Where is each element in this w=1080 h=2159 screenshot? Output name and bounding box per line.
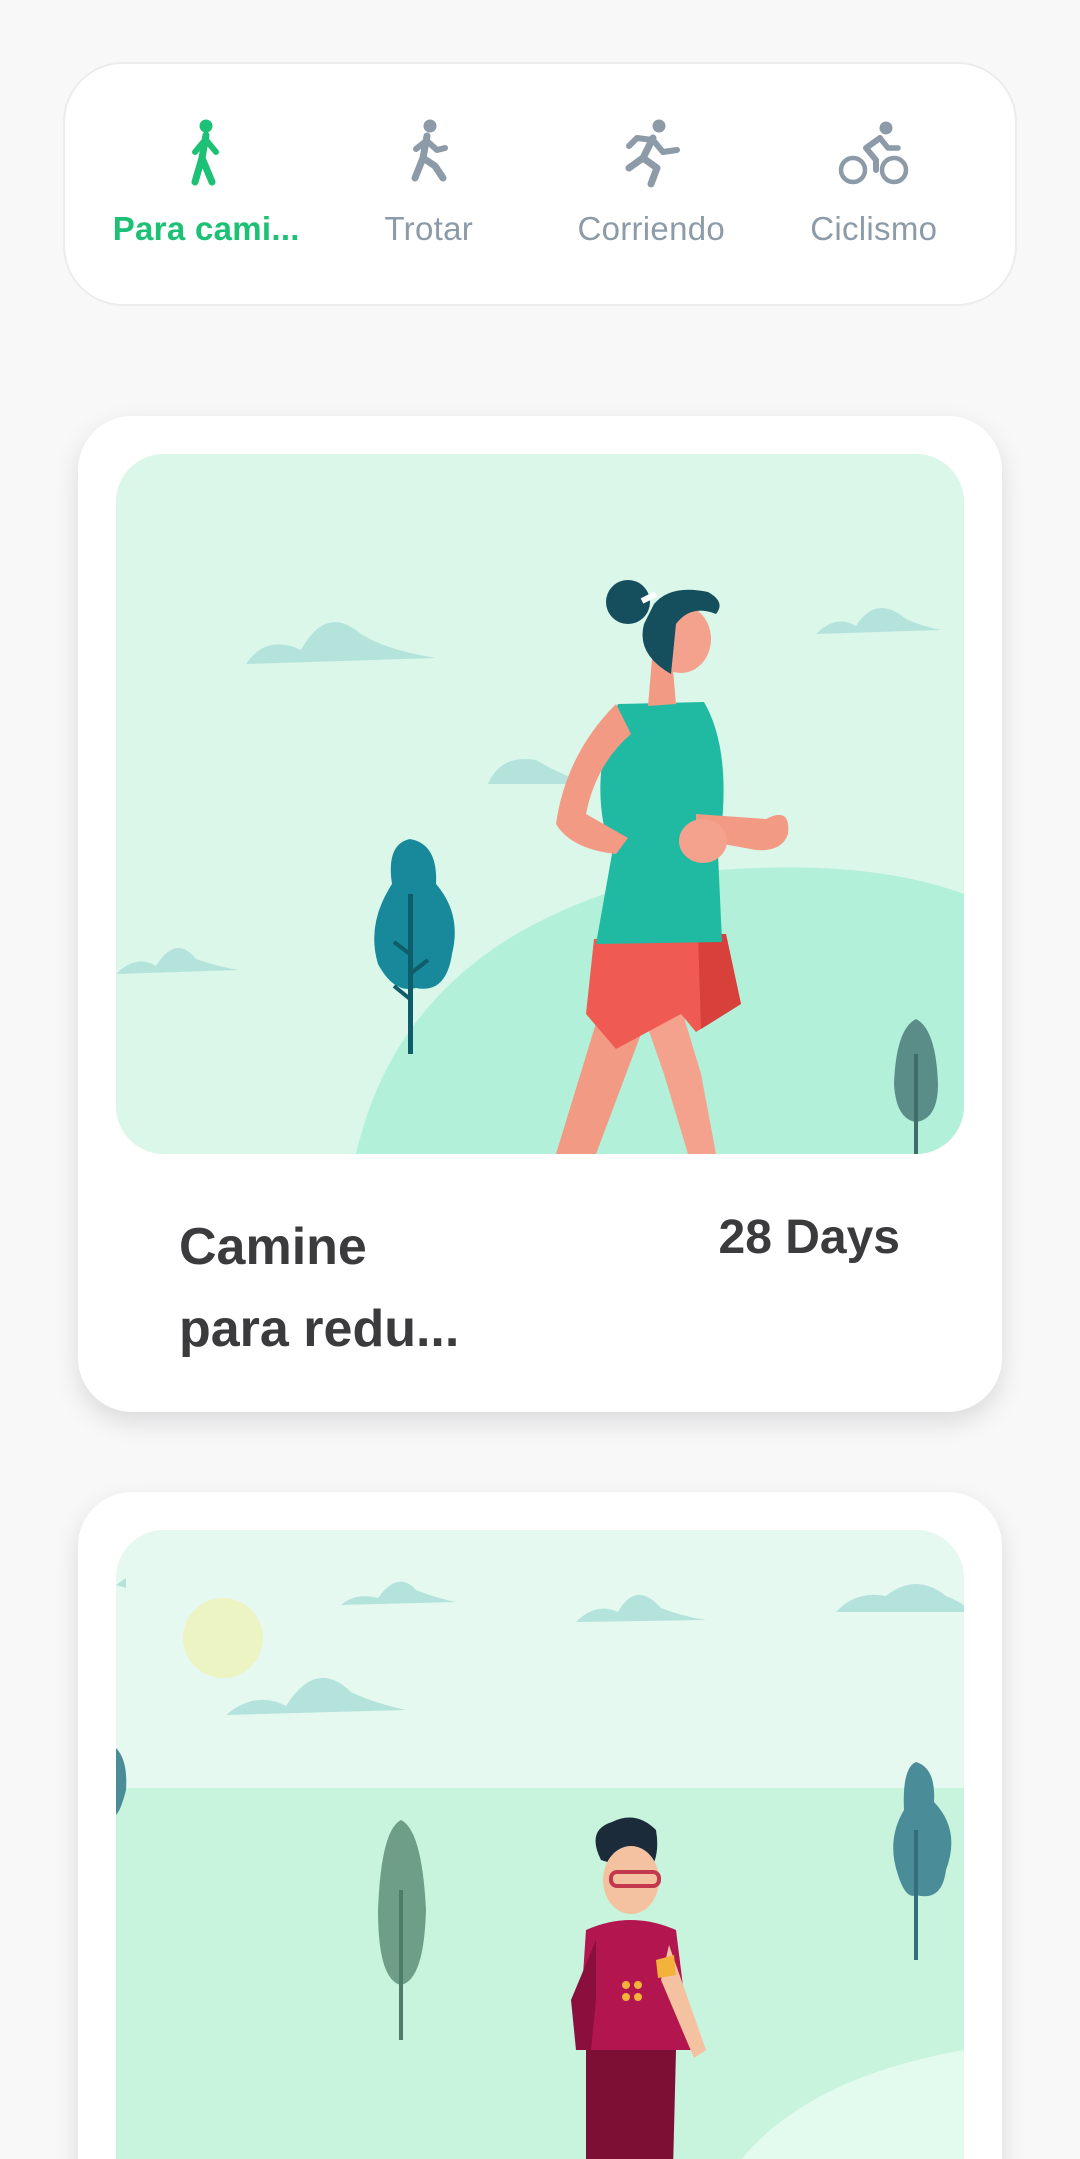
plan-card[interactable]: Camine para redu... 28 Days [78,416,1002,1412]
man-walking-illustration [116,1530,964,2159]
tab-label: Para cami... [112,210,300,247]
plan-duration: 28 Days [718,1211,900,1264]
tab-label: Corriendo [577,210,726,247]
tab-running[interactable]: Corriendo [540,64,763,248]
activity-tabs: Para cami... Trotar Corriendo Ciclismo [63,62,1017,306]
plan-card[interactable] [78,1492,1002,2159]
tab-jogging[interactable]: Trotar [318,64,541,248]
tab-walking[interactable]: Para cami... [95,64,318,248]
woman-jogging-illustration [116,454,964,1154]
cycling-icon [838,121,908,185]
plan-title: Camine para redu... [179,1206,539,1370]
plan-title-line: para redu... [179,1300,460,1358]
tab-label: Ciclismo [810,210,938,247]
tab-label: Trotar [384,210,474,247]
plan-title-line: Camine [179,1218,367,1276]
running-icon [625,119,681,188]
jogging-icon [411,119,448,182]
tab-cycling[interactable]: Ciclismo [763,64,986,248]
screen: Para cami... Trotar Corriendo Ciclismo C… [0,0,1080,2159]
walking-icon [191,119,220,186]
